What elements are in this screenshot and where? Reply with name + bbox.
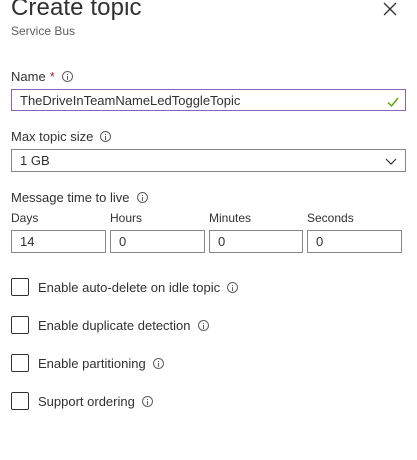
info-icon[interactable]	[152, 357, 164, 369]
max-topic-size-select[interactable]: 1 GB	[11, 149, 406, 172]
duplicate-detection-label: Enable duplicate detection	[38, 317, 191, 333]
hours-value: 0	[119, 234, 127, 249]
max-topic-size-label: Max topic size	[11, 129, 94, 144]
chevron-down-icon	[385, 158, 397, 165]
duplicate-detection-option: Enable duplicate detection	[11, 316, 209, 334]
support-ordering-option: Support ordering	[11, 392, 153, 410]
auto-delete-label: Enable auto-delete on idle topic	[38, 279, 221, 295]
days-value: 14	[20, 234, 35, 249]
info-icon[interactable]	[227, 281, 239, 293]
panel-subtitle: Service Bus	[11, 24, 76, 38]
info-icon[interactable]	[100, 131, 112, 142]
support-ordering-label: Support ordering	[38, 393, 135, 409]
info-icon[interactable]	[141, 395, 153, 407]
info-icon[interactable]	[197, 319, 209, 331]
minutes-label: Minutes	[209, 211, 252, 225]
panel-title: Create topic	[11, 0, 142, 21]
name-label: Name	[11, 69, 46, 84]
name-input-value: TheDriveInTeamNameLedToggleTopic	[20, 92, 241, 108]
minutes-value: 0	[218, 234, 226, 249]
message-ttl-label-row: Message time to live	[11, 190, 148, 205]
seconds-label: Seconds	[307, 211, 354, 225]
name-input[interactable]: TheDriveInTeamNameLedToggleTopic	[11, 89, 406, 111]
auto-delete-option: Enable auto-delete on idle topic	[11, 278, 239, 296]
support-ordering-checkbox[interactable]	[11, 392, 29, 410]
partitioning-option: Enable partitioning	[11, 354, 164, 372]
info-icon[interactable]	[136, 192, 148, 203]
hours-input[interactable]: 0	[110, 230, 205, 253]
days-input[interactable]: 14	[11, 230, 106, 253]
name-label-row: Name *	[11, 69, 73, 84]
check-icon	[387, 97, 399, 108]
close-icon[interactable]	[381, 0, 399, 18]
partitioning-checkbox[interactable]	[11, 354, 29, 372]
days-label: Days	[11, 211, 39, 225]
minutes-input[interactable]: 0	[209, 230, 303, 253]
max-topic-size-label-row: Max topic size	[11, 129, 112, 144]
duplicate-detection-checkbox[interactable]	[11, 316, 29, 334]
max-topic-size-value: 1 GB	[20, 153, 50, 168]
message-ttl-label: Message time to live	[11, 190, 130, 205]
auto-delete-checkbox[interactable]	[11, 278, 29, 296]
partitioning-label: Enable partitioning	[38, 355, 146, 371]
required-marker: *	[49, 69, 55, 84]
hours-label: Hours	[110, 211, 143, 225]
seconds-value: 0	[316, 234, 324, 249]
seconds-input[interactable]: 0	[307, 230, 402, 253]
info-icon[interactable]	[61, 71, 73, 82]
